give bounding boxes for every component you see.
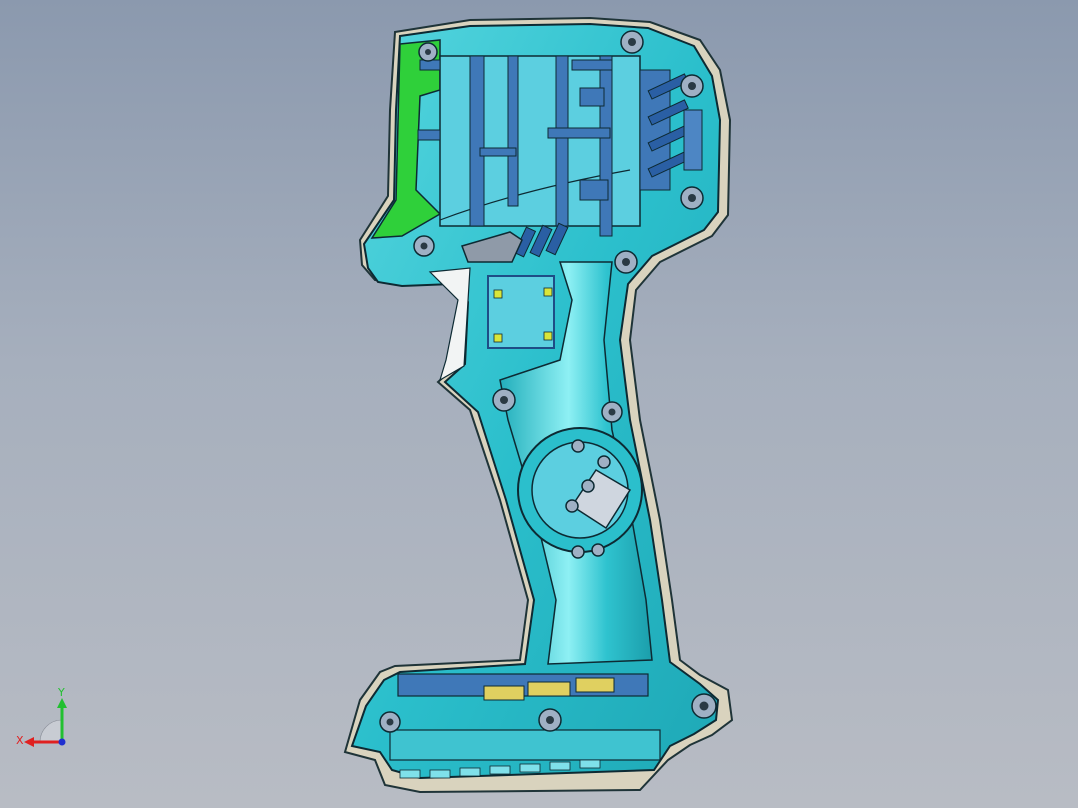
triad-quadrant [39, 719, 63, 743]
z-axis-dot [58, 738, 66, 746]
x-axis-label: X [16, 734, 24, 747]
x-axis-arrow [24, 737, 34, 747]
battery-floor [389, 729, 661, 761]
graphics-viewport[interactable] [0, 0, 1078, 808]
orientation-triad: X Y [16, 686, 67, 747]
y-axis-label: Y [57, 686, 65, 699]
y-axis-arrow [57, 698, 67, 708]
drill-housing-model[interactable] [343, 16, 734, 794]
